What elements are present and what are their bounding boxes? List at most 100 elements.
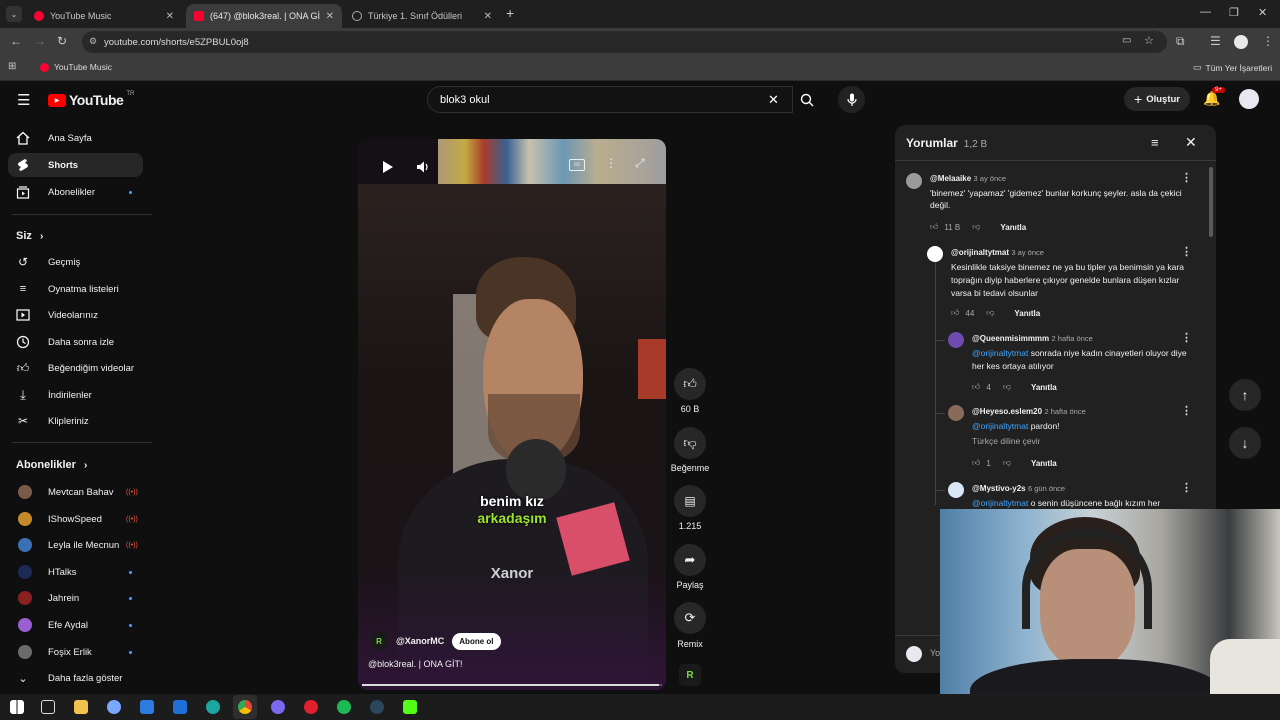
url-field[interactable]: ⚙ youtube.com/shorts/e5ZPBUL0oj8 ▭ ☆	[82, 31, 1167, 53]
channel-avatar[interactable]: R	[370, 632, 388, 650]
minimize-icon[interactable]: —	[1200, 6, 1211, 18]
window-close-icon[interactable]: ✕	[1258, 6, 1267, 19]
you-section-header[interactable]: Siz ›	[16, 230, 43, 242]
sidebar-item-clips[interactable]: ✂ Klipleriniz	[8, 409, 143, 433]
forward-icon[interactable]: →	[34, 34, 46, 48]
previous-short-button[interactable]: ↑	[1229, 379, 1261, 411]
close-comments-icon[interactable]: ✕	[1185, 134, 1197, 151]
sidebar-item-downloads[interactable]: ⤓ İndirilenler	[8, 383, 143, 407]
reply-button[interactable]: Yanıtla	[1000, 223, 1026, 232]
voice-search-button[interactable]	[838, 86, 865, 113]
volume-button[interactable]	[413, 157, 433, 177]
close-icon[interactable]: ✕	[484, 11, 492, 22]
sound-channel-avatar[interactable]: R	[679, 664, 701, 686]
comment-author[interactable]: @Melaaike	[930, 174, 971, 183]
thumbs-up-icon[interactable]: 👍︎	[972, 458, 980, 468]
subscription-item[interactable]: HTalks	[8, 560, 143, 584]
comment-menu-icon[interactable]: ⋮	[1181, 245, 1192, 258]
new-tab-icon[interactable]: +	[506, 5, 514, 21]
youtube-logo[interactable]: ▶ YouTube TR	[48, 91, 134, 108]
commenter-avatar[interactable]	[927, 246, 943, 262]
hamburger-menu-icon[interactable]: ☰	[17, 91, 30, 109]
reply-button[interactable]: Yanıtla	[1031, 459, 1057, 468]
commenter-avatar[interactable]	[948, 482, 964, 498]
show-more-button[interactable]: ⌄ Daha fazla göster	[8, 666, 143, 690]
media-icon[interactable]: ☰	[1210, 34, 1221, 48]
thumbs-up-icon[interactable]: 👍︎	[972, 382, 980, 392]
tab-shorts[interactable]: (647) @blok3real. | ONA GİT! - ✕	[186, 4, 342, 28]
create-button[interactable]: + Oluştur	[1124, 87, 1190, 111]
subscription-item[interactable]: Foşix Erlik	[8, 640, 143, 664]
comments-button[interactable]: ▤	[674, 485, 706, 517]
short-video-player[interactable]: cc ⋮ ⤢ benim kız arkadaşım Xanor R @Xano…	[358, 139, 666, 690]
account-avatar[interactable]	[1239, 89, 1259, 109]
back-icon[interactable]: ←	[10, 34, 22, 48]
restore-icon[interactable]: ❐	[1229, 6, 1239, 19]
app-icon[interactable]	[107, 700, 121, 714]
comment-time[interactable]: 6 gün önce	[1028, 484, 1065, 493]
edge-icon[interactable]	[206, 700, 220, 714]
comment-author[interactable]: @Mystivo-y2s	[972, 484, 1026, 493]
clear-search-icon[interactable]: ✕	[768, 92, 779, 108]
fullscreen-icon[interactable]: ⤢	[635, 156, 645, 171]
thumbs-down-icon[interactable]: 👎︎	[1003, 458, 1011, 468]
site-info-icon[interactable]: ⚙	[89, 36, 97, 47]
comment-time[interactable]: 3 ay önce	[1011, 248, 1044, 257]
thumbs-down-icon[interactable]: 👎︎	[972, 222, 980, 232]
comment-menu-icon[interactable]: ⋮	[1181, 171, 1192, 184]
extensions-icon[interactable]: ⧉	[1176, 34, 1185, 49]
subscription-item[interactable]: Mevtcan Bahav ((•))	[8, 480, 143, 504]
close-icon[interactable]: ✕	[166, 11, 174, 22]
mention-link[interactable]: @orijinaltytmat	[972, 421, 1028, 431]
notifications-button[interactable]: 🔔 9+	[1203, 87, 1225, 108]
windows-start-icon[interactable]	[10, 700, 24, 714]
tab-awards[interactable]: Türkiye 1. Sınıf Ödülleri ✕	[344, 4, 500, 28]
sidebar-item-liked-videos[interactable]: 👍︎ Beğendiğim videolar	[8, 356, 143, 380]
captions-button[interactable]: cc	[569, 159, 585, 171]
play-button[interactable]	[378, 157, 398, 177]
discord-icon[interactable]	[271, 700, 285, 714]
comment-menu-icon[interactable]: ⋮	[1181, 331, 1192, 344]
mail-icon[interactable]	[173, 700, 187, 714]
task-view-icon[interactable]	[41, 700, 55, 714]
subscription-item[interactable]: IShowSpeed ((•))	[8, 507, 143, 531]
translate-link[interactable]: Türkçe diline çevir	[972, 436, 1200, 446]
thumbs-down-icon[interactable]: 👎︎	[1003, 382, 1011, 392]
sort-icon[interactable]: ≡	[1151, 135, 1159, 150]
progress-bar-track[interactable]	[362, 684, 662, 686]
comment-time[interactable]: 3 ay önce	[974, 174, 1007, 183]
dislike-button[interactable]: 👎︎	[674, 427, 706, 459]
sidebar-item-subscriptions[interactable]: Abonelikler	[8, 180, 143, 204]
file-explorer-icon[interactable]	[74, 700, 88, 714]
sidebar-item-playlists[interactable]: ≡ Oynatma listeleri	[8, 277, 143, 301]
chrome-icon[interactable]	[238, 700, 252, 714]
store-icon[interactable]	[140, 700, 154, 714]
comment-author[interactable]: @Queenmisimmmm	[972, 334, 1049, 343]
comment-time[interactable]: 2 hafta önce	[1044, 407, 1085, 416]
mention-link[interactable]: @orijinaltytmat	[972, 498, 1028, 508]
remix-button[interactable]: ⟳	[674, 602, 706, 634]
menu-icon[interactable]: ⋮	[1262, 34, 1274, 48]
sidebar-item-your-videos[interactable]: Videolarınız	[8, 303, 143, 327]
thumbs-up-icon[interactable]: 👍︎	[951, 308, 959, 318]
mention-link[interactable]: @orijinaltytmat	[972, 348, 1028, 358]
add-comment-input[interactable]: Yo	[930, 648, 940, 658]
like-button[interactable]: 👍︎	[674, 368, 706, 400]
next-short-button[interactable]: ↓	[1229, 427, 1261, 459]
cast-icon[interactable]: ▭	[1122, 35, 1131, 46]
bookmark-star-icon[interactable]: ☆	[1144, 34, 1154, 47]
more-options-icon[interactable]: ⋮	[605, 156, 617, 170]
close-icon[interactable]: ✕	[326, 11, 334, 22]
spotify-icon[interactable]	[337, 700, 351, 714]
reload-icon[interactable]: ↻	[57, 34, 67, 48]
tab-search-icon[interactable]: ⌄	[6, 6, 22, 22]
commenter-avatar[interactable]	[906, 173, 922, 189]
subscription-item[interactable]: Leyla ile Mecnun ((•))	[8, 533, 143, 557]
comment-time[interactable]: 2 hafta önce	[1052, 334, 1093, 343]
short-title[interactable]: @blok3real. | ONA GİT!	[368, 659, 463, 669]
thumbs-down-icon[interactable]: 👎︎	[986, 308, 994, 318]
reply-button[interactable]: Yanıtla	[1031, 383, 1057, 392]
opera-icon[interactable]	[304, 700, 318, 714]
bookmark-youtube-music[interactable]: YouTube Music	[40, 62, 112, 72]
thumbs-up-icon[interactable]: 👍︎	[930, 222, 938, 232]
